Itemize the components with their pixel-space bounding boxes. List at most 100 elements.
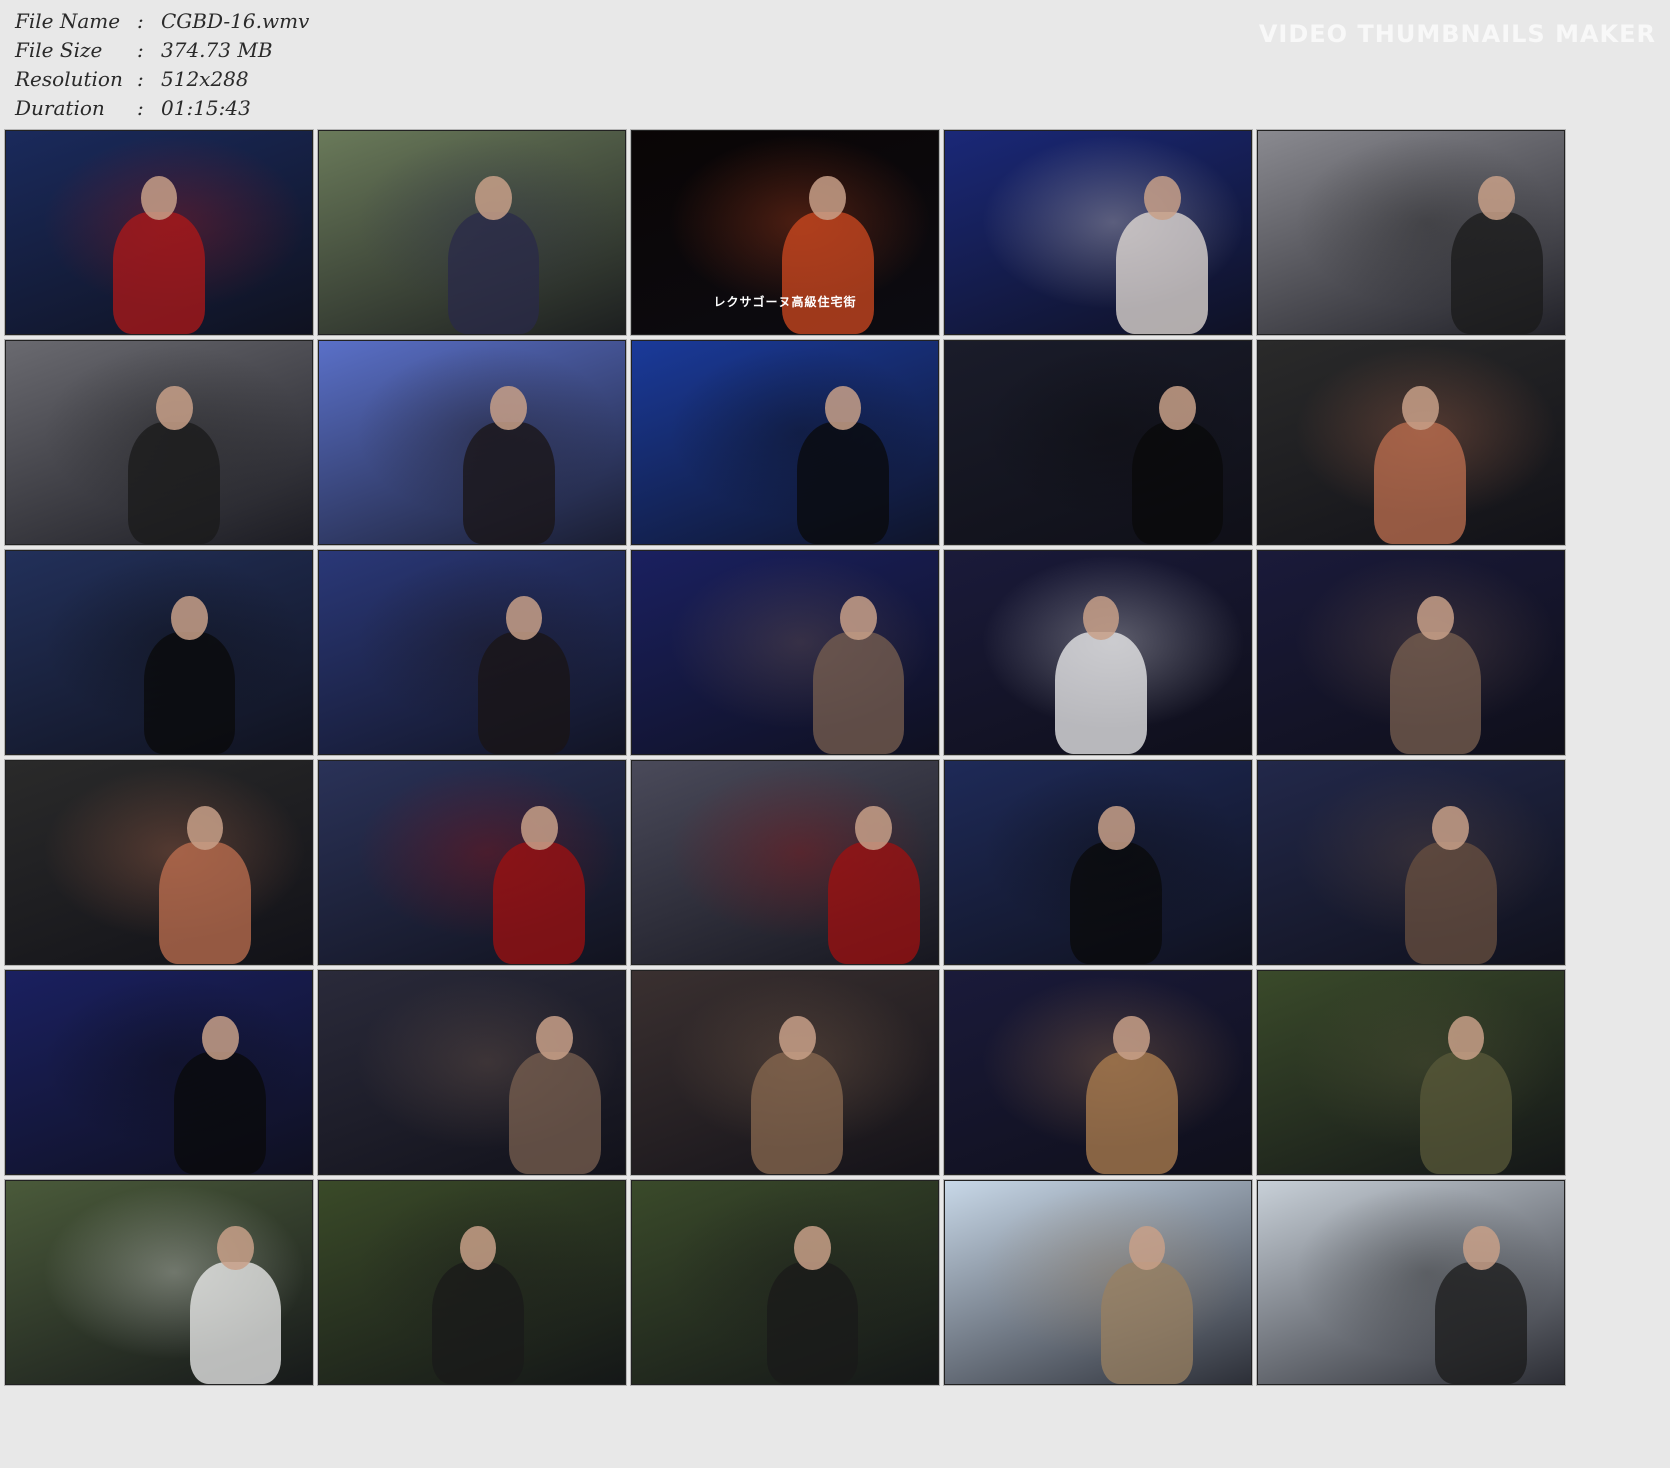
thumbnail-frame-image xyxy=(1258,341,1564,544)
thumbnail-frame-image xyxy=(632,1181,938,1384)
thumbnail-frame-image xyxy=(632,341,938,544)
thumbnail-frame-image xyxy=(945,761,1251,964)
video-thumbnail-2 xyxy=(317,129,627,336)
separator: : xyxy=(137,37,144,62)
scene-figure xyxy=(189,1262,282,1384)
thumbnail-frame-image xyxy=(319,761,625,964)
thumbnail-frame-image: レクサゴーヌ高級住宅街 xyxy=(632,131,938,334)
thumbnail-frame-image xyxy=(1258,971,1564,1174)
scene-figure-head xyxy=(1432,805,1470,851)
video-thumbnail-21 xyxy=(4,969,314,1176)
video-thumbnail-29 xyxy=(943,1179,1253,1386)
scene-figure xyxy=(143,632,236,754)
thumbnail-frame-image xyxy=(6,341,312,544)
scene-figure xyxy=(1404,842,1497,964)
scene-figure-head xyxy=(217,1225,254,1271)
thumbnail-caption: レクサゴーヌ高級住宅街 xyxy=(713,295,857,309)
video-thumbnail-9 xyxy=(943,339,1253,546)
video-thumbnail-17 xyxy=(317,759,627,966)
scene-figure xyxy=(751,1052,844,1174)
video-thumbnail-18 xyxy=(630,759,940,966)
video-thumbnail-16 xyxy=(4,759,314,966)
scene-figure xyxy=(447,212,540,334)
scene-figure xyxy=(493,842,586,964)
thumbnail-frame-image xyxy=(6,1181,312,1384)
scene-figure-head xyxy=(778,1015,816,1061)
thumbnail-frame-image xyxy=(1258,761,1564,964)
scene-figure xyxy=(1420,1052,1512,1174)
video-thumbnail-23 xyxy=(630,969,940,1176)
video-thumbnail-14 xyxy=(943,549,1253,756)
scene-figure-head xyxy=(840,595,877,641)
scene-figure xyxy=(113,212,205,334)
scene-figure-head xyxy=(1098,805,1135,851)
file-size-label: File Size xyxy=(15,37,103,62)
duration-row: Duration : 01:15:43 xyxy=(15,93,309,122)
thumbnail-frame-image xyxy=(319,971,625,1174)
scene-figure xyxy=(1055,632,1147,754)
scene-figure xyxy=(128,422,221,544)
video-thumbnail-12 xyxy=(317,549,627,756)
thumbnail-frame-image xyxy=(319,341,625,544)
video-thumbnail-8 xyxy=(630,339,940,546)
scene-figure xyxy=(432,1262,525,1384)
resolution-value: 512x288 xyxy=(161,66,249,91)
video-thumbnail-7 xyxy=(317,339,627,546)
scene-figure xyxy=(1101,1262,1193,1384)
scene-figure xyxy=(508,1052,601,1174)
scene-figure xyxy=(812,632,905,754)
video-thumbnail-27 xyxy=(317,1179,627,1386)
scene-figure xyxy=(1435,1262,1528,1384)
thumbnail-frame-image xyxy=(1258,551,1564,754)
video-thumbnail-10 xyxy=(1256,339,1566,546)
scene-figure xyxy=(1374,422,1467,544)
thumbnail-frame-image xyxy=(6,761,312,964)
video-thumbnail-6 xyxy=(4,339,314,546)
thumbnail-frame-image xyxy=(1258,1181,1564,1384)
scene-figure-head xyxy=(855,805,893,851)
scene-figure-head xyxy=(475,175,512,221)
file-size-row: File Size : 374.73 MB xyxy=(15,35,309,64)
scene-figure-head xyxy=(794,1225,831,1271)
scene-figure-head xyxy=(1113,1015,1151,1061)
video-thumbnail-25 xyxy=(1256,969,1566,1176)
thumbnail-frame-image xyxy=(632,551,938,754)
scene-figure xyxy=(827,842,920,964)
scene-figure-head xyxy=(1159,385,1196,431)
scene-figure-head xyxy=(520,805,558,851)
thumbnail-frame-image xyxy=(945,551,1251,754)
scene-figure-head xyxy=(1401,385,1439,431)
file-size-value: 374.73 MB xyxy=(161,37,273,62)
separator: : xyxy=(137,95,144,120)
video-thumbnail-24 xyxy=(943,969,1253,1176)
file-name-row: File Name : CGBD-16.wmv xyxy=(15,6,309,35)
scene-figure xyxy=(159,842,251,964)
file-name-value: CGBD-16.wmv xyxy=(161,8,310,33)
video-thumbnail-11 xyxy=(4,549,314,756)
thumbnail-frame-image xyxy=(945,131,1251,334)
thumbnail-frame-image xyxy=(319,131,625,334)
scene-figure xyxy=(174,1052,267,1174)
thumbnail-grid: レクサゴーヌ高級住宅街 xyxy=(4,129,1668,1465)
video-thumbnail-4 xyxy=(943,129,1253,336)
separator: : xyxy=(137,66,144,91)
scene-figure-head xyxy=(1463,1225,1500,1271)
thumbnail-frame-image xyxy=(945,1181,1251,1384)
scene-figure xyxy=(797,422,890,544)
video-thumbnail-28 xyxy=(630,1179,940,1386)
scene-figure-head xyxy=(490,385,528,431)
scene-figure xyxy=(1085,1052,1178,1174)
video-thumbnail-3: レクサゴーヌ高級住宅街 xyxy=(630,129,940,336)
scene-figure xyxy=(462,422,555,544)
scene-figure-head xyxy=(171,595,208,641)
scene-figure xyxy=(766,1262,859,1384)
scene-figure xyxy=(1116,212,1209,334)
thumbnail-frame-image xyxy=(945,341,1251,544)
scene-figure-head xyxy=(1478,175,1516,221)
scene-figure xyxy=(1070,842,1163,964)
scene-figure xyxy=(1389,632,1482,754)
video-thumbnail-26 xyxy=(4,1179,314,1386)
video-thumbnail-13 xyxy=(630,549,940,756)
thumbnail-frame-image xyxy=(632,761,938,964)
thumbnail-frame-image xyxy=(319,551,625,754)
